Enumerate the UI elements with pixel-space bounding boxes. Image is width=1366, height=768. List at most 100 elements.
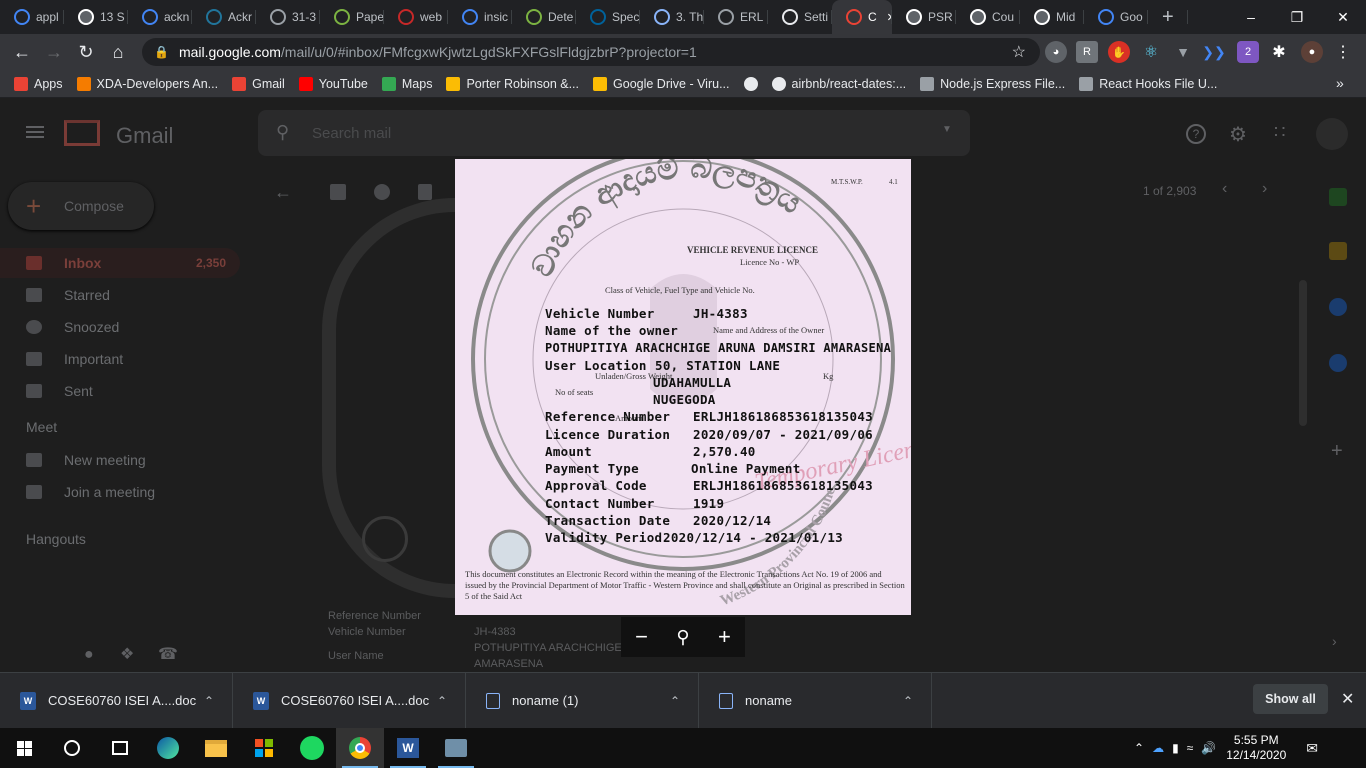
tab-7[interactable]: insic xyxy=(448,0,512,34)
reload-icon[interactable]: ↻ xyxy=(70,36,102,68)
join-meeting-button[interactable]: Join a meeting xyxy=(26,484,155,500)
bookmark-7[interactable] xyxy=(743,76,758,91)
tab-14[interactable]: PSR xyxy=(892,0,956,34)
volume-icon[interactable]: 🔊 xyxy=(1201,741,1216,755)
delete-icon[interactable] xyxy=(418,184,432,200)
clock[interactable]: 5:55 PM 12/14/2020 xyxy=(1226,733,1286,763)
nav-sent[interactable]: Sent xyxy=(26,383,93,399)
tab-12[interactable]: Setti xyxy=(768,0,832,34)
start-windows-icon[interactable] xyxy=(0,728,48,768)
phone-icon[interactable]: ☎ xyxy=(158,644,178,664)
minimize-button[interactable]: – xyxy=(1228,0,1274,34)
maximize-button[interactable]: ❐ xyxy=(1274,0,1320,34)
task-view-icon[interactable] xyxy=(96,728,144,768)
file-explorer-icon[interactable] xyxy=(192,728,240,768)
tab-6[interactable]: web xyxy=(384,0,448,34)
back-to-inbox-icon[interactable]: ← xyxy=(274,182,292,203)
tasks-icon[interactable] xyxy=(1329,298,1347,316)
person-icon[interactable]: ● xyxy=(84,646,94,664)
notifications-icon[interactable]: ✉ xyxy=(1306,740,1318,757)
tab-17[interactable]: Goo xyxy=(1084,0,1148,34)
download-menu-chevron-icon[interactable]: ⌃ xyxy=(903,694,913,708)
download-item[interactable]: noname ⌃ xyxy=(699,672,932,729)
tab-11[interactable]: ERL xyxy=(704,0,768,34)
download-item[interactable]: noname (1) ⌃ xyxy=(466,672,699,729)
extension-reader-icon[interactable]: R xyxy=(1076,41,1098,63)
nav-important[interactable]: Important xyxy=(26,351,123,367)
keep-icon[interactable] xyxy=(1329,242,1347,260)
bookmark-star-icon[interactable]: ☆ xyxy=(1012,42,1026,62)
new-tab-button[interactable]: + xyxy=(1148,0,1188,34)
search-options-icon[interactable]: ▼ xyxy=(942,124,952,135)
tab-0[interactable]: appl xyxy=(0,0,64,34)
bookmark-0[interactable]: Apps xyxy=(14,76,63,91)
older-chevron-icon[interactable]: › xyxy=(1262,180,1267,198)
tab-8[interactable]: Dete xyxy=(512,0,576,34)
compose-button[interactable]: + Compose xyxy=(8,182,154,230)
close-downloads-icon[interactable]: ✕ xyxy=(1341,689,1354,709)
download-menu-chevron-icon[interactable]: ⌃ xyxy=(204,694,214,708)
download-item[interactable]: W COSE60760 ISEI A....doc ⌃ xyxy=(0,672,233,729)
nav-starred[interactable]: Starred xyxy=(26,287,110,303)
tab-5[interactable]: Pape xyxy=(320,0,384,34)
calendar-icon[interactable] xyxy=(1329,188,1347,206)
spotify-icon[interactable] xyxy=(288,728,336,768)
archive-icon[interactable] xyxy=(330,184,346,200)
snipping-tool-icon[interactable] xyxy=(432,728,480,768)
bookmark-4[interactable]: Maps xyxy=(381,76,432,91)
chrome-menu-icon[interactable]: ⋮ xyxy=(1332,41,1354,63)
onedrive-icon[interactable]: ☁ xyxy=(1152,741,1164,755)
zoom-reset-icon[interactable]: ⚲ xyxy=(676,627,689,648)
tab-1[interactable]: 13 S xyxy=(64,0,128,34)
battery-icon[interactable]: ▮ xyxy=(1172,741,1179,755)
word-icon[interactable]: W xyxy=(384,728,432,768)
extension-audio-icon[interactable]: ❯❯ xyxy=(1202,41,1225,63)
extension-hand-icon[interactable]: ✋ xyxy=(1108,41,1130,63)
bookmark-2[interactable]: Gmail xyxy=(232,76,285,91)
profile-avatar[interactable]: ● xyxy=(1301,41,1323,63)
new-meeting-button[interactable]: New meeting xyxy=(26,452,146,468)
report-spam-icon[interactable] xyxy=(374,184,390,200)
help-icon[interactable]: ? xyxy=(1186,124,1206,144)
tab-4[interactable]: 31-3 xyxy=(256,0,320,34)
bookmark-10[interactable]: React Hooks File U... xyxy=(1079,76,1217,91)
forward-arrow-icon[interactable]: → xyxy=(38,36,70,68)
bookmark-9[interactable]: Node.js Express File... xyxy=(920,76,1065,91)
store-icon[interactable] xyxy=(240,728,288,768)
tab-10[interactable]: 3. Th xyxy=(640,0,704,34)
download-item[interactable]: W COSE60760 ISEI A....doc ⌃ xyxy=(233,672,466,729)
hamburger-menu-icon[interactable] xyxy=(26,126,44,138)
tab-3[interactable]: Ackr xyxy=(192,0,256,34)
add-addon-icon[interactable]: + xyxy=(1331,440,1343,463)
search-box[interactable]: ⚲ Search mail ▼ xyxy=(258,110,970,156)
back-arrow-icon[interactable]: ← xyxy=(6,36,38,68)
settings-gear-icon[interactable]: ⚙ xyxy=(1229,122,1247,147)
account-avatar[interactable] xyxy=(1316,118,1348,150)
contacts-icon[interactable] xyxy=(1329,354,1347,372)
close-window-button[interactable]: ✕ xyxy=(1320,0,1366,34)
hangouts-icon[interactable]: ❖ xyxy=(120,644,134,664)
react-devtools-icon[interactable]: ⚛ xyxy=(1140,41,1162,63)
bookmark-8[interactable]: airbnb/react-dates:... xyxy=(771,76,906,91)
nav-inbox[interactable]: Inbox xyxy=(26,255,101,271)
tab-9[interactable]: Spec xyxy=(576,0,640,34)
chrome-taskbar-icon[interactable] xyxy=(336,728,384,768)
bookmark-5[interactable]: Porter Robinson &... xyxy=(446,76,579,91)
tab-13[interactable]: C ✕ xyxy=(832,0,892,34)
bookmark-1[interactable]: XDA-Developers An... xyxy=(76,76,218,91)
home-icon[interactable]: ⌂ xyxy=(102,36,134,68)
extension-badge-icon[interactable]: 2 xyxy=(1237,41,1259,63)
show-all-downloads-button[interactable]: Show all xyxy=(1253,684,1328,714)
scrollbar[interactable] xyxy=(1299,280,1307,426)
extension-speed-icon[interactable]: ◕ xyxy=(1045,41,1067,63)
zoom-in-icon[interactable]: + xyxy=(718,624,731,650)
nav-snoozed[interactable]: Snoozed xyxy=(26,319,119,335)
vue-devtools-icon[interactable]: ▼ xyxy=(1172,41,1194,63)
edge-icon[interactable] xyxy=(144,728,192,768)
tab-15[interactable]: Cou xyxy=(956,0,1020,34)
apps-grid-icon[interactable]: ∷ xyxy=(1274,122,1285,143)
tray-overflow-icon[interactable]: ⌃ xyxy=(1134,741,1144,755)
address-bar[interactable]: 🔒 mail.google.com/mail/u/0/#inbox/FMfcgx… xyxy=(142,38,1040,66)
side-panel-toggle-icon[interactable]: › xyxy=(1332,633,1337,649)
bookmarks-overflow-icon[interactable]: » xyxy=(1336,75,1344,91)
